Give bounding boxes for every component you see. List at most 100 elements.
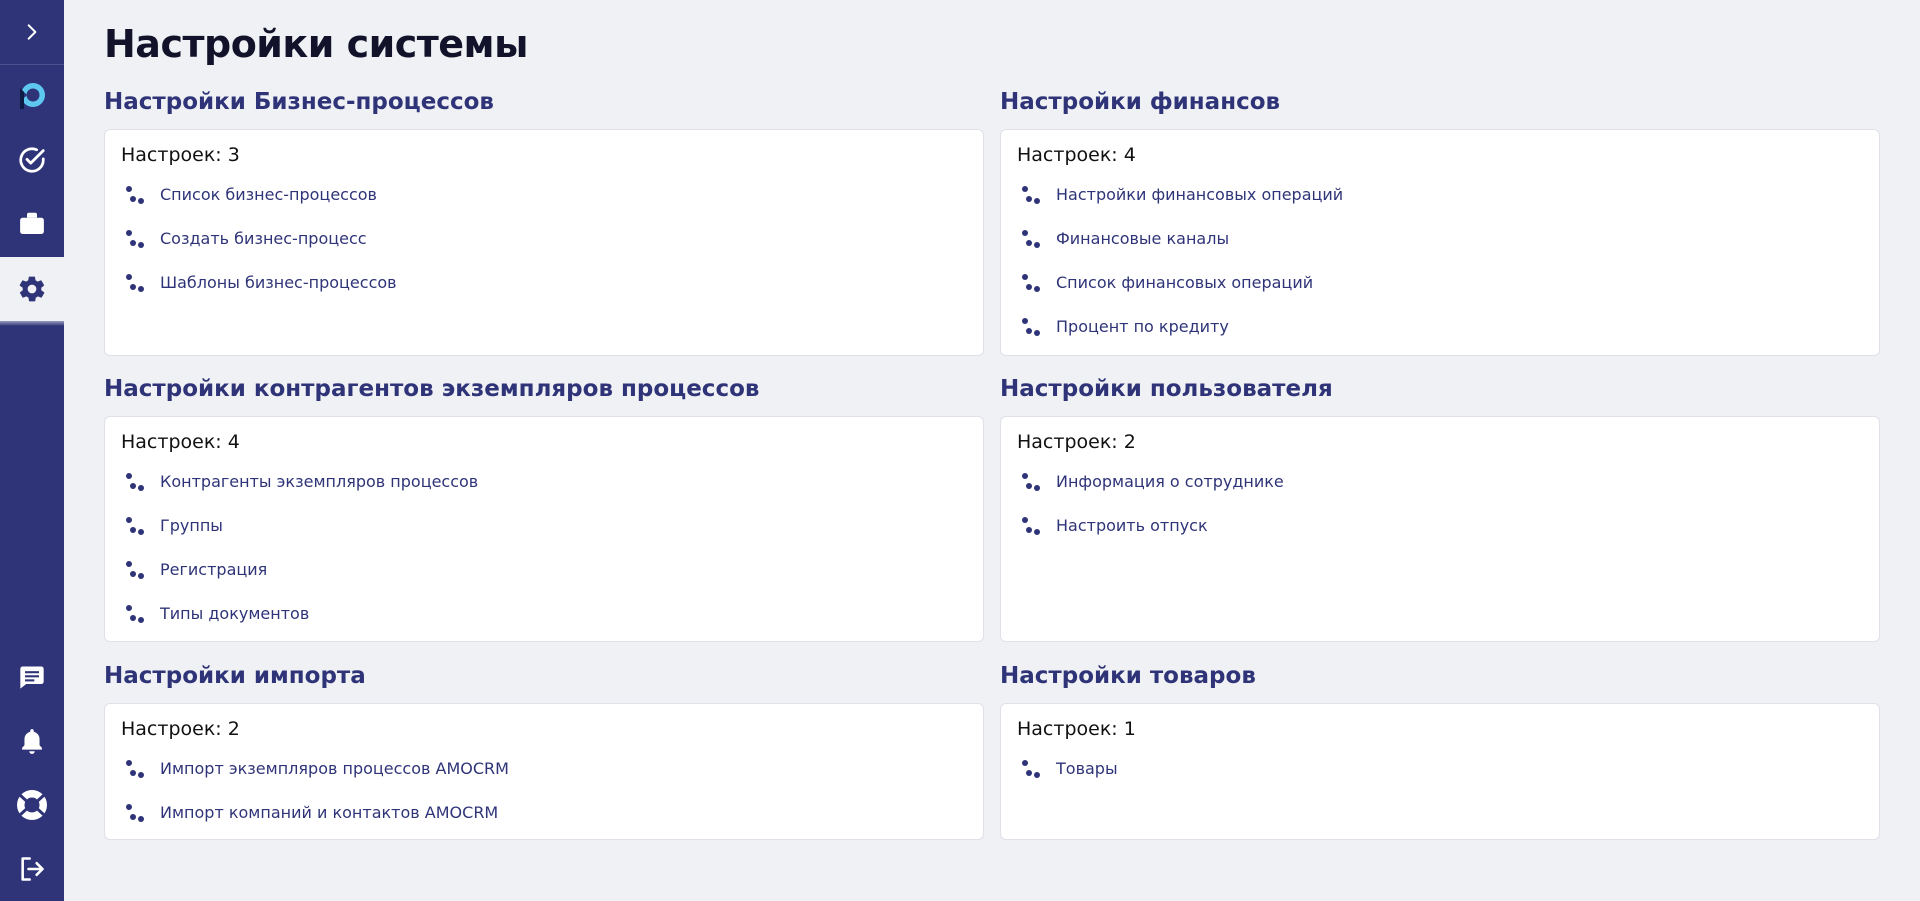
settings-count: Настроек: 4	[121, 429, 967, 455]
notifications-button[interactable]	[0, 709, 64, 773]
logo-icon	[20, 83, 45, 109]
process-dots-icon	[126, 804, 144, 822]
list-item[interactable]: Регистрация	[121, 547, 967, 591]
list-item-label[interactable]: Импорт компаний и контактов AMOCRM	[160, 803, 498, 822]
list-item-label[interactable]: Финансовые каналы	[1056, 229, 1229, 248]
process-dots-icon	[1022, 186, 1040, 204]
process-dots-icon	[126, 230, 144, 248]
settings-count: Настроек: 1	[1017, 716, 1863, 742]
list-item-label[interactable]: Список бизнес-процессов	[160, 185, 377, 204]
list-item[interactable]: Список бизнес-процессов	[121, 172, 967, 216]
list-item-label[interactable]: Настроить отпуск	[1056, 516, 1208, 535]
section-process-contractors: Настройки контрагентов экземпляров проце…	[104, 372, 984, 642]
sidebar-active-shadow	[0, 321, 64, 326]
settings-card: Настроек: 2 Импорт экземпляров процессов…	[104, 703, 984, 840]
list-item-label[interactable]: Группы	[160, 516, 223, 535]
count-value: 4	[1123, 144, 1136, 166]
count-value: 1	[1123, 718, 1136, 740]
process-dots-icon	[1022, 473, 1040, 491]
section-user: Настройки пользователя Настроек: 2 Инфор…	[1000, 372, 1880, 642]
gear-icon	[19, 276, 45, 302]
expand-sidebar-button[interactable]	[0, 0, 64, 64]
settings-card: Настроек: 3 Список бизнес-процессов Созд…	[104, 129, 984, 356]
section-title: Настройки контрагентов экземпляров проце…	[104, 376, 760, 402]
section-products: Настройки товаров Настроек: 1 Товары	[1000, 659, 1880, 840]
settings-card: Настроек: 4 Настройки финансовых операци…	[1000, 129, 1880, 356]
list-item-label[interactable]: Контрагенты экземпляров процессов	[160, 472, 478, 491]
list-item[interactable]: Финансовые каналы	[1017, 216, 1863, 260]
count-label: Настроек:	[121, 718, 222, 740]
settings-card: Настроек: 2 Информация о сотруднике Наст…	[1000, 416, 1880, 642]
list-item[interactable]: Настройки финансовых операций	[1017, 172, 1863, 216]
list-item-label[interactable]: Список финансовых операций	[1056, 273, 1313, 292]
count-value: 4	[227, 431, 240, 453]
section-import: Настройки импорта Настроек: 2 Импорт экз…	[104, 659, 984, 840]
list-item-label[interactable]: Создать бизнес-процесс	[160, 229, 367, 248]
count-label: Настроек:	[1017, 144, 1118, 166]
list-item-label[interactable]: Импорт экземпляров процессов AMOCRM	[160, 759, 509, 778]
count-label: Настроек:	[1017, 431, 1118, 453]
check-circle-icon	[19, 147, 45, 173]
briefcase-icon	[20, 212, 44, 234]
count-value: 2	[1123, 431, 1136, 453]
process-dots-icon	[126, 561, 144, 579]
list-item-label[interactable]: Процент по кредиту	[1056, 317, 1229, 336]
list-item-label[interactable]: Настройки финансовых операций	[1056, 185, 1343, 204]
process-dots-icon	[126, 605, 144, 623]
list-item[interactable]: Контрагенты экземпляров процессов	[121, 459, 967, 503]
process-dots-icon	[1022, 230, 1040, 248]
page-title: Настройки системы	[104, 22, 528, 66]
list-item[interactable]: Товары	[1017, 746, 1863, 790]
lifebuoy-icon	[17, 790, 47, 820]
list-item-label[interactable]: Регистрация	[160, 560, 267, 579]
section-finance: Настройки финансов Настроек: 4 Настройки…	[1000, 85, 1880, 356]
count-label: Настроек:	[121, 144, 222, 166]
list-item[interactable]: Импорт экземпляров процессов AMOCRM	[121, 746, 967, 790]
tasks-button[interactable]	[0, 128, 64, 192]
list-item[interactable]: Настроить отпуск	[1017, 503, 1863, 547]
process-dots-icon	[126, 186, 144, 204]
logo-button[interactable]	[0, 64, 64, 128]
process-dots-icon	[1022, 760, 1040, 778]
settings-count: Настроек: 2	[1017, 429, 1863, 455]
list-item[interactable]: Шаблоны бизнес-процессов	[121, 260, 967, 304]
process-dots-icon	[126, 274, 144, 292]
section-title: Настройки товаров	[1000, 663, 1256, 689]
bell-icon	[22, 729, 42, 754]
list-item[interactable]: Группы	[121, 503, 967, 547]
process-dots-icon	[1022, 517, 1040, 535]
sidebar	[0, 0, 64, 901]
list-item[interactable]: Типы документов	[121, 591, 967, 635]
logout-button[interactable]	[0, 837, 64, 901]
section-title: Настройки импорта	[104, 663, 366, 689]
section-title: Настройки финансов	[1000, 89, 1281, 115]
section-title: Настройки пользователя	[1000, 376, 1333, 402]
section-title: Настройки Бизнес-процессов	[104, 89, 494, 115]
help-button[interactable]	[0, 773, 64, 837]
process-dots-icon	[126, 517, 144, 535]
process-dots-icon	[126, 760, 144, 778]
logout-icon	[21, 857, 44, 881]
settings-card: Настроек: 1 Товары	[1000, 703, 1880, 840]
list-item[interactable]: Импорт компаний и контактов AMOCRM	[121, 790, 967, 834]
list-item[interactable]: Информация о сотруднике	[1017, 459, 1863, 503]
chevron-right-icon	[27, 24, 37, 40]
count-value: 2	[227, 718, 240, 740]
list-item-label[interactable]: Информация о сотруднике	[1056, 472, 1284, 491]
list-item[interactable]: Список финансовых операций	[1017, 260, 1863, 304]
process-dots-icon	[126, 473, 144, 491]
count-label: Настроек:	[1017, 718, 1118, 740]
list-item-label[interactable]: Товары	[1056, 759, 1118, 778]
list-item[interactable]: Процент по кредиту	[1017, 304, 1863, 348]
process-dots-icon	[1022, 274, 1040, 292]
count-value: 3	[227, 144, 240, 166]
process-dots-icon	[1022, 318, 1040, 336]
list-item-label[interactable]: Шаблоны бизнес-процессов	[160, 273, 397, 292]
list-item[interactable]: Создать бизнес-процесс	[121, 216, 967, 260]
chat-icon	[20, 666, 44, 689]
list-item-label[interactable]: Типы документов	[160, 604, 309, 623]
settings-button[interactable]	[0, 257, 64, 321]
projects-button[interactable]	[0, 192, 64, 256]
chat-button[interactable]	[0, 645, 64, 709]
settings-count: Настроек: 4	[1017, 142, 1863, 168]
